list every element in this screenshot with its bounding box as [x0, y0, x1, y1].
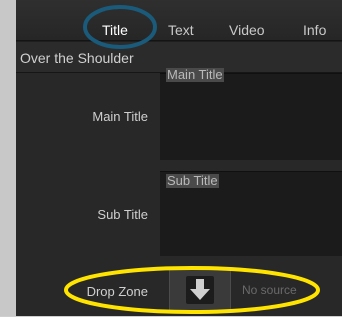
main-title-value: Main Title	[166, 67, 224, 82]
tab-text[interactable]: Text	[168, 21, 194, 39]
inspector-tab-bar: Title Text Video Info	[16, 0, 342, 41]
tab-info[interactable]: Info	[303, 21, 326, 39]
main-title-label: Main Title	[92, 109, 148, 124]
drop-zone-status: No source	[242, 283, 297, 297]
drop-zone-label: Drop Zone	[86, 284, 148, 299]
title-parameters: Main Title Main Title Sub Title Sub Titl…	[16, 68, 342, 316]
sub-title-label: Sub Title	[97, 207, 148, 222]
drop-zone-well[interactable]	[169, 267, 231, 313]
download-arrow-icon	[186, 276, 214, 304]
sub-title-value: Sub Title	[166, 173, 219, 188]
tab-title[interactable]: Title	[102, 21, 128, 39]
title-name: Over the Shoulder	[20, 50, 134, 66]
main-title-field[interactable]: Main Title	[160, 68, 342, 160]
sub-title-field[interactable]: Sub Title	[160, 171, 342, 256]
tab-video[interactable]: Video	[229, 21, 265, 39]
inspector-panel: Title Text Video Info Over the Shoulder …	[16, 0, 342, 316]
window-edge	[0, 0, 16, 316]
